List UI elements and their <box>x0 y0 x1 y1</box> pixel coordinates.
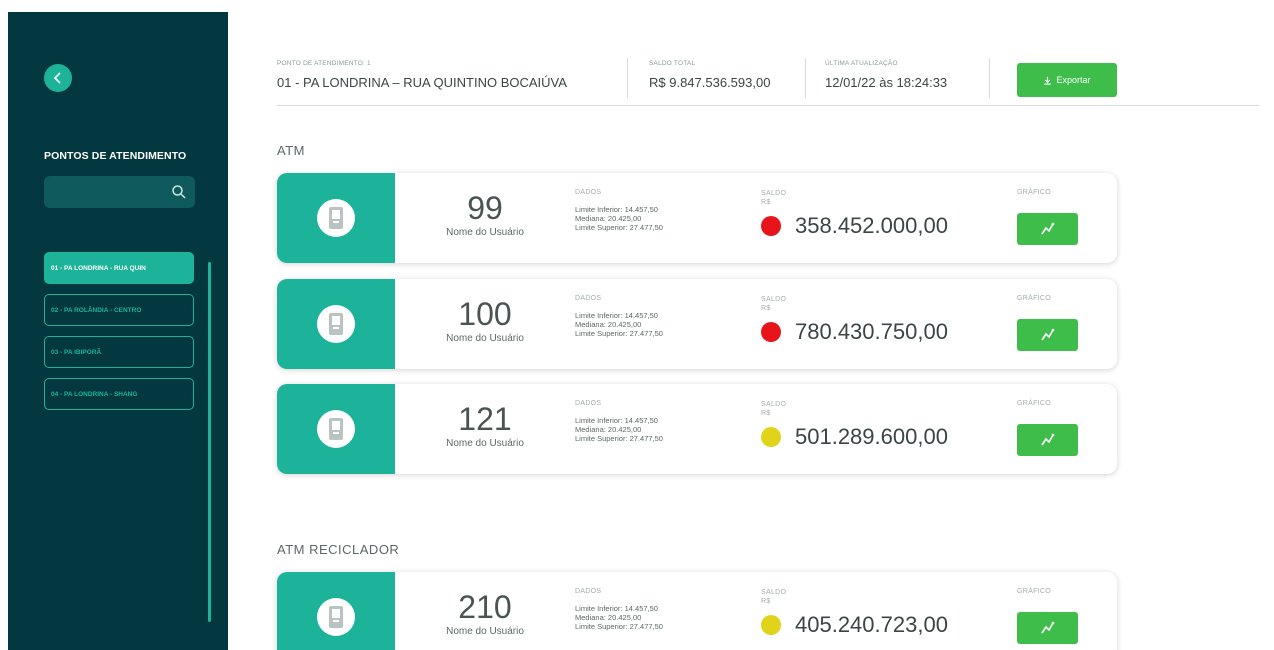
sidebar-item-label: 02 - PA ROLÂNDIA - CENTRO <box>51 306 142 314</box>
sidebar-item-pa-londrina-shang[interactable]: 04 - PA LONDRINA - SHANG <box>44 378 194 410</box>
sidebar-list: 01 - PA LONDRINA - RUA QUIN 02 - PA ROLÂ… <box>44 252 194 420</box>
saldo-currency: R$ <box>761 305 771 312</box>
sidebar-item-pa-rolandia-centro[interactable]: 02 - PA ROLÂNDIA - CENTRO <box>44 294 194 326</box>
mediana: Mediana: 20.425,00 <box>575 320 642 329</box>
saldo-value: 358.452.000,00 <box>795 213 948 238</box>
atm-icon <box>329 313 343 335</box>
saldo-value: 405.240.723,00 <box>795 612 948 637</box>
atm-icon <box>329 418 343 440</box>
mediana: Mediana: 20.425,00 <box>575 214 642 223</box>
saldo-total-label: SALDO TOTAL <box>649 60 696 67</box>
status-indicator-yellow <box>761 427 781 447</box>
sidebar-item-pa-ibipora[interactable]: 03 - PA IBIPORÃ <box>44 336 194 368</box>
ultima-atualizacao-value: 12/01/22 às 18:24:33 <box>825 75 948 90</box>
saldo-label: SALDO <box>761 589 787 596</box>
section-title-atm: ATM <box>277 143 305 158</box>
status-indicator-yellow <box>761 615 781 635</box>
atm-number: 100 <box>458 296 512 332</box>
dados-label: DADOS <box>575 295 602 302</box>
grafico-label: GRÁFICO <box>1017 400 1051 407</box>
sidebar-item-label: 03 - PA IBIPORÃ <box>51 348 102 356</box>
limite-superior: Limite Superior: 27.477,50 <box>575 223 663 232</box>
limite-inferior: Limite Inferior: 14.457,50 <box>575 311 658 320</box>
export-button[interactable]: Exportar <box>1017 63 1117 97</box>
line-chart-icon <box>1040 222 1054 235</box>
saldo-value: 501.289.600,00 <box>795 424 948 449</box>
search-icon <box>172 185 186 199</box>
atm-number: 210 <box>458 589 512 625</box>
sidebar-item-label: 04 - PA LONDRINA - SHANG <box>51 390 138 398</box>
line-chart-icon <box>1040 328 1054 341</box>
sidebar-item-pa-londrina-rua-quin[interactable]: 01 - PA LONDRINA - RUA QUIN <box>44 252 194 284</box>
saldo-value: 780.430.750,00 <box>795 319 948 344</box>
section-title-atm-reciclador: ATM RECICLADOR <box>277 542 400 557</box>
atm-card: 99 Nome do Usuário DADOS Limite Inferior… <box>277 173 1117 263</box>
saldo-total-info: SALDO TOTAL R$ 9.847.536.593,00 <box>649 60 770 90</box>
sidebar-item-label: 01 - PA LONDRINA - RUA QUIN <box>51 264 146 272</box>
chart-button[interactable] <box>1017 213 1078 245</box>
grafico-label: GRÁFICO <box>1017 189 1051 196</box>
user-name: Nome do Usuário <box>446 227 524 238</box>
ponto-atendimento-info: PONTO DE ATENDIMENTO: 1 01 - PA LONDRINA… <box>277 60 567 90</box>
atm-icon <box>329 606 343 628</box>
chart-button[interactable] <box>1017 319 1078 351</box>
saldo-currency: R$ <box>761 199 771 206</box>
ultima-atualizacao-info: ÚLTIMA ATUALIZAÇÃO 12/01/22 às 18:24:33 <box>825 60 947 90</box>
export-label: Exportar <box>1056 75 1091 85</box>
saldo-currency: R$ <box>761 598 771 605</box>
dados-label: DADOS <box>575 400 602 407</box>
download-icon <box>1044 76 1052 85</box>
status-indicator-red <box>761 216 781 236</box>
line-chart-icon <box>1040 621 1054 634</box>
atm-number: 121 <box>458 401 512 437</box>
header-divider <box>627 58 628 98</box>
limite-superior: Limite Superior: 27.477,50 <box>575 434 663 443</box>
atm-card: 100 Nome do Usuário DADOS Limite Inferio… <box>277 279 1117 369</box>
limite-inferior: Limite Inferior: 14.457,50 <box>575 416 658 425</box>
atm-card: 121 Nome do Usuário DADOS Limite Inferio… <box>277 384 1117 474</box>
ponto-atendimento-value: 01 - PA LONDRINA – RUA QUINTINO BOCAIÚVA <box>277 75 567 90</box>
saldo-label: SALDO <box>761 401 787 408</box>
back-button[interactable] <box>44 64 72 92</box>
saldo-currency: R$ <box>761 410 771 417</box>
sidebar: PONTOS DE ATENDIMENTO 01 - PA LONDRINA -… <box>8 12 228 650</box>
sidebar-scrollbar[interactable] <box>208 262 211 622</box>
limite-inferior: Limite Inferior: 14.457,50 <box>575 205 658 214</box>
limite-superior: Limite Superior: 27.477,50 <box>575 622 663 631</box>
dados-label: DADOS <box>575 189 602 196</box>
ultima-atualizacao-label: ÚLTIMA ATUALIZAÇÃO <box>825 60 898 67</box>
header-divider <box>989 58 990 98</box>
atm-card: 210 Nome do Usuário DADOS Limite Inferio… <box>277 572 1117 650</box>
user-name: Nome do Usuário <box>446 438 524 449</box>
page-header: PONTO DE ATENDIMENTO: 1 01 - PA LONDRINA… <box>277 56 1259 106</box>
dados-label: DADOS <box>575 588 602 595</box>
saldo-label: SALDO <box>761 190 787 197</box>
chevron-left-icon <box>53 72 61 84</box>
mediana: Mediana: 20.425,00 <box>575 425 642 434</box>
user-name: Nome do Usuário <box>446 333 524 344</box>
saldo-label: SALDO <box>761 296 787 303</box>
user-name: Nome do Usuário <box>446 626 524 637</box>
limite-inferior: Limite Inferior: 14.457,50 <box>575 604 658 613</box>
line-chart-icon <box>1040 433 1054 446</box>
header-divider <box>805 58 806 98</box>
sidebar-title: PONTOS DE ATENDIMENTO <box>44 150 187 162</box>
chart-button[interactable] <box>1017 612 1078 644</box>
mediana: Mediana: 20.425,00 <box>575 613 642 622</box>
status-indicator-red <box>761 322 781 342</box>
saldo-total-value: R$ 9.847.536.593,00 <box>649 75 771 90</box>
grafico-label: GRÁFICO <box>1017 295 1051 302</box>
limite-superior: Limite Superior: 27.477,50 <box>575 329 663 338</box>
grafico-label: GRÁFICO <box>1017 588 1051 595</box>
sidebar-search-input[interactable] <box>44 176 195 208</box>
atm-icon <box>329 207 343 229</box>
ponto-atendimento-label: PONTO DE ATENDIMENTO: 1 <box>277 60 371 67</box>
atm-number: 99 <box>467 190 503 226</box>
chart-button[interactable] <box>1017 424 1078 456</box>
